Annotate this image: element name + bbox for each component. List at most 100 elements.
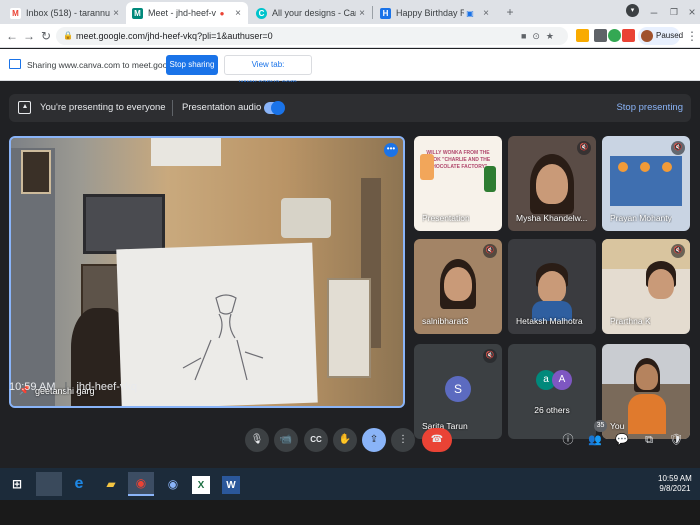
presentation-audio-toggle[interactable] xyxy=(264,101,285,115)
url-text: meet.google.com/jhd-heef-vkq?pli=1&authu… xyxy=(76,31,273,41)
activities-icon[interactable]: ⧉ xyxy=(641,432,657,448)
participant-tile[interactable]: S 🔇 Sarita Tarun xyxy=(414,344,502,439)
more-options-button[interactable]: ⋮ xyxy=(391,428,415,452)
gmail-icon: M xyxy=(10,7,21,19)
slide-decoration xyxy=(484,166,496,192)
chrome-profile-icon[interactable]: ◉ xyxy=(160,472,186,496)
taskbar-bottom-strip xyxy=(0,500,700,525)
participant-tile[interactable]: 🔇 Prayan Mohanty xyxy=(602,136,690,231)
presenting-text: You're presenting to everyone xyxy=(40,102,166,113)
extension-icon[interactable] xyxy=(622,29,635,42)
host-controls-icon[interactable]: 🛡 xyxy=(668,432,684,448)
forward-button[interactable]: → xyxy=(21,28,37,44)
camera-button[interactable]: 📹 xyxy=(274,428,298,452)
maximize-button[interactable]: ❐ xyxy=(666,4,682,20)
tab-meet[interactable]: M Meet - jhd-heef-vkq ● × xyxy=(126,2,248,24)
participant-video xyxy=(628,394,666,434)
participant-tile[interactable]: 🔇 salnibharat3 xyxy=(414,239,502,334)
leave-call-button[interactable]: ☎ xyxy=(422,428,452,452)
stop-sharing-button[interactable]: Stop sharing xyxy=(166,55,218,75)
more-options-icon[interactable]: ••• xyxy=(384,143,398,157)
internet-explorer-icon[interactable]: e xyxy=(66,472,92,496)
others-tile[interactable]: a A 26 others xyxy=(508,344,596,439)
taskbar-app-icon[interactable] xyxy=(36,472,62,496)
poster-frame xyxy=(327,278,371,378)
omnibox-actions-icon[interactable]: ■⊙★ xyxy=(521,27,560,45)
participant-name: Prarthna K xyxy=(610,316,651,326)
raise-hand-button[interactable]: ✋ xyxy=(333,428,357,452)
participant-video xyxy=(444,267,472,301)
view-tab-button[interactable]: View tab: www.canva.com xyxy=(224,55,312,87)
participant-name: You xyxy=(610,421,625,431)
participant-tile[interactable]: 🔇 Prarthna K xyxy=(602,239,690,334)
chat-icon[interactable]: 💬 xyxy=(614,432,630,448)
reload-button[interactable]: ↻ xyxy=(38,28,54,44)
close-icon[interactable]: × xyxy=(110,8,122,19)
browser-tab-strip: M Inbox (518) - tarannum@theindi × M Mee… xyxy=(0,0,700,24)
meeting-code: jhd-heef-vkq xyxy=(76,381,138,393)
mic-off-icon: 🔇 xyxy=(671,141,685,155)
participant-video xyxy=(536,164,568,204)
presentation-tile[interactable]: WILLY WONKA FROM THE BOOK "CHARLIE AND T… xyxy=(414,136,502,231)
pencil-sketch xyxy=(182,294,264,381)
main-video-tile[interactable]: 📌 geetanshi garg ••• xyxy=(9,136,405,408)
excel-icon[interactable]: X xyxy=(192,476,210,494)
photo-frame xyxy=(21,150,51,194)
profile-button[interactable]: Paused xyxy=(638,27,683,45)
presentation-audio-label: Presentation audio xyxy=(182,102,262,113)
close-window-button[interactable]: × xyxy=(684,4,700,20)
photo-collage xyxy=(83,194,165,254)
people-icon[interactable]: 👥 xyxy=(587,432,603,448)
participant-video xyxy=(648,269,674,299)
participant-video xyxy=(636,364,658,390)
minimize-button[interactable]: – xyxy=(646,4,662,20)
participant-name: Prayan Mohanty xyxy=(610,213,672,223)
address-bar[interactable]: 🔒 meet.google.com/jhd-heef-vkq?pli=1&aut… xyxy=(56,27,568,45)
close-icon[interactable]: × xyxy=(480,8,492,19)
tab-gmail-inbox[interactable]: M Inbox (518) - tarannum@theindi × xyxy=(4,2,126,24)
avatar: S xyxy=(445,376,471,402)
participant-count-badge: 35 xyxy=(594,420,607,432)
back-button[interactable]: ← xyxy=(4,28,20,44)
taskbar-date: 9/8/2021 xyxy=(659,484,691,493)
divider: | xyxy=(64,381,68,393)
word-icon[interactable]: W xyxy=(222,476,240,494)
meeting-time: 10:59 AM xyxy=(9,381,56,393)
tab-title: Inbox (518) - tarannum@theindi xyxy=(26,8,110,18)
participant-tile[interactable]: Hetaksh Malhotra xyxy=(508,239,596,334)
mic-off-icon: 🔇 xyxy=(483,349,497,363)
participant-name: salnibharat3 xyxy=(422,316,469,326)
tab-title: All your designs - Canva xyxy=(272,8,356,18)
close-icon[interactable]: × xyxy=(356,8,368,19)
start-icon[interactable]: ⊞ xyxy=(4,472,30,496)
browser-toolbar: ← → ↻ 🔒 meet.google.com/jhd-heef-vkq?pli… xyxy=(0,24,700,48)
meeting-info-icon[interactable]: ⓘ xyxy=(560,432,576,448)
participant-tile[interactable]: 🔇 Mysha Khandelw... xyxy=(508,136,596,231)
file-explorer-icon[interactable]: ▰ xyxy=(98,472,124,496)
microphone-button[interactable]: 🎙 xyxy=(245,428,269,452)
tab-search-icon[interactable]: ▾ xyxy=(626,4,639,17)
chrome-icon[interactable]: ◉ xyxy=(128,472,154,496)
system-clock[interactable]: 10:59 AM 9/8/2021 xyxy=(658,474,692,494)
meeting-details: 10:59 AM | jhd-heef-vkq xyxy=(9,381,143,393)
wall-object xyxy=(281,198,331,238)
mic-off-icon: 🔇 xyxy=(671,244,685,258)
lock-icon: 🔒 xyxy=(63,31,73,40)
stop-presenting-button[interactable]: Stop presenting xyxy=(616,102,683,113)
avatar: A xyxy=(552,370,572,390)
tab-canva[interactable]: C All your designs - Canva × xyxy=(250,2,372,24)
present-now-button[interactable]: ⇪ xyxy=(362,428,386,452)
participant-video xyxy=(618,162,628,172)
kebab-menu-icon[interactable]: ⋮ xyxy=(684,28,700,44)
meet-stage: You're presenting to everyone Presentati… xyxy=(0,82,700,468)
document-icon: H xyxy=(380,7,391,19)
tab-happy-birthday[interactable]: H Happy Birthday Roald Dahl ▣ × xyxy=(374,2,496,24)
extension-icon[interactable] xyxy=(576,29,589,42)
extension-icon[interactable] xyxy=(594,29,607,42)
slide-decoration xyxy=(420,154,434,180)
extension-icon[interactable] xyxy=(608,29,621,42)
new-tab-button[interactable]: + xyxy=(502,4,518,20)
close-icon[interactable]: × xyxy=(232,8,244,19)
captions-button[interactable]: CC xyxy=(304,428,328,452)
self-tile[interactable]: You xyxy=(602,344,690,439)
